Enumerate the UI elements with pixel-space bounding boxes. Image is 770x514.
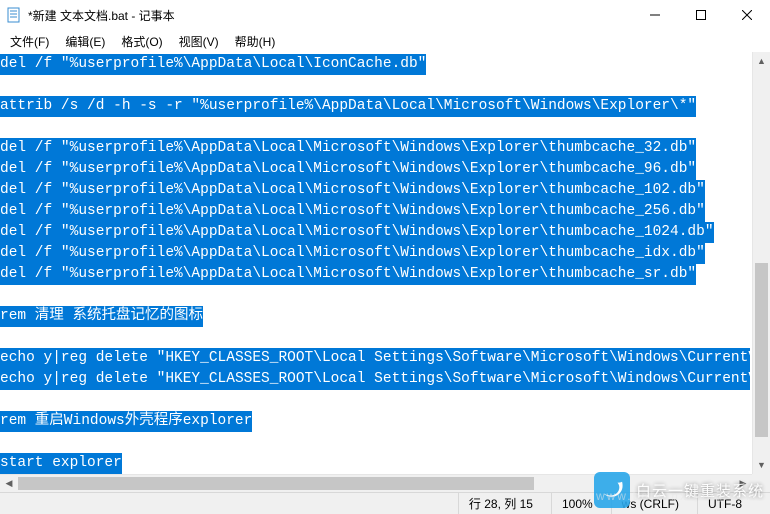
selected-text[interactable]: del /f "%userprofile%\AppData\Local\Micr… bbox=[0, 222, 714, 243]
selected-text[interactable]: del /f "%userprofile%\AppData\Local\Micr… bbox=[0, 159, 696, 180]
status-position: 行 28, 列 15 bbox=[459, 493, 552, 514]
editor-line[interactable]: rem 重启Windows外壳程序explorer bbox=[0, 411, 750, 432]
text-editor[interactable]: del /f "%userprofile%\AppData\Local\Icon… bbox=[0, 52, 750, 474]
editor-line[interactable] bbox=[0, 117, 750, 138]
selected-text[interactable]: del /f "%userprofile%\AppData\Local\Micr… bbox=[0, 264, 696, 285]
menu-format[interactable]: 格式(O) bbox=[113, 31, 170, 52]
editor-line[interactable]: rem 清理 系统托盘记忆的图标 bbox=[0, 306, 750, 327]
selected-text[interactable]: del /f "%userprofile%\AppData\Local\Micr… bbox=[0, 243, 705, 264]
selected-text[interactable]: del /f "%userprofile%\AppData\Local\Micr… bbox=[0, 201, 705, 222]
scroll-left-icon[interactable]: ◀ bbox=[0, 475, 18, 492]
scroll-up-icon[interactable]: ▲ bbox=[753, 52, 770, 70]
hscroll-track[interactable] bbox=[18, 475, 734, 492]
selected-text[interactable]: rem 重启Windows外壳程序explorer bbox=[0, 411, 252, 432]
selected-text[interactable]: del /f "%userprofile%\AppData\Local\Micr… bbox=[0, 180, 705, 201]
status-zoom: 100% bbox=[552, 493, 612, 514]
notepad-icon bbox=[6, 7, 22, 23]
selected-text[interactable]: del /f "%userprofile%\AppData\Local\Icon… bbox=[0, 54, 426, 75]
vscroll-track[interactable] bbox=[753, 70, 770, 456]
editor-line[interactable]: attrib /s /d -h -s -r "%userprofile%\App… bbox=[0, 96, 750, 117]
menu-file[interactable]: 文件(F) bbox=[2, 31, 57, 52]
editor-line[interactable] bbox=[0, 327, 750, 348]
editor-line[interactable]: del /f "%userprofile%\AppData\Local\Micr… bbox=[0, 159, 750, 180]
editor-line[interactable]: del /f "%userprofile%\AppData\Local\Micr… bbox=[0, 264, 750, 285]
editor-line[interactable]: del /f "%userprofile%\AppData\Local\Micr… bbox=[0, 201, 750, 222]
menu-help[interactable]: 帮助(H) bbox=[227, 31, 284, 52]
title-bar[interactable]: *新建 文本文档.bat - 记事本 bbox=[0, 0, 770, 30]
selected-text[interactable]: echo y|reg delete "HKEY_CLASSES_ROOT\Loc… bbox=[0, 348, 750, 369]
selected-text[interactable]: echo y|reg delete "HKEY_CLASSES_ROOT\Loc… bbox=[0, 369, 750, 390]
status-encoding: UTF-8 bbox=[698, 493, 770, 514]
editor-line[interactable]: del /f "%userprofile%\AppData\Local\Micr… bbox=[0, 138, 750, 159]
editor-line[interactable]: echo y|reg delete "HKEY_CLASSES_ROOT\Loc… bbox=[0, 369, 750, 390]
editor-area: del /f "%userprofile%\AppData\Local\Icon… bbox=[0, 52, 770, 492]
selected-text[interactable]: attrib /s /d -h -s -r "%userprofile%\App… bbox=[0, 96, 696, 117]
statusbar-spacer bbox=[0, 493, 459, 514]
editor-line[interactable] bbox=[0, 390, 750, 411]
menu-bar: 文件(F) 编辑(E) 格式(O) 视图(V) 帮助(H) bbox=[0, 30, 770, 52]
editor-line[interactable] bbox=[0, 285, 750, 306]
horizontal-scrollbar[interactable]: ◀ ▶ bbox=[0, 474, 752, 492]
editor-line[interactable]: del /f "%userprofile%\AppData\Local\Micr… bbox=[0, 222, 750, 243]
vscroll-thumb[interactable] bbox=[755, 263, 768, 437]
notepad-window: *新建 文本文档.bat - 记事本 文件(F) 编辑(E) 格式(O) 视图(… bbox=[0, 0, 770, 514]
menu-edit[interactable]: 编辑(E) bbox=[57, 31, 113, 52]
editor-line[interactable]: echo y|reg delete "HKEY_CLASSES_ROOT\Loc… bbox=[0, 348, 750, 369]
editor-line[interactable]: del /f "%userprofile%\AppData\Local\Micr… bbox=[0, 243, 750, 264]
window-title: *新建 文本文档.bat - 记事本 bbox=[28, 7, 175, 24]
hscroll-thumb[interactable] bbox=[18, 477, 534, 490]
selected-text[interactable]: rem 清理 系统托盘记忆的图标 bbox=[0, 306, 203, 327]
maximize-button[interactable] bbox=[678, 0, 724, 30]
scrollbar-corner bbox=[752, 474, 770, 492]
editor-line[interactable]: del /f "%userprofile%\AppData\Local\Micr… bbox=[0, 180, 750, 201]
minimize-button[interactable] bbox=[632, 0, 678, 30]
editor-line[interactable] bbox=[0, 75, 750, 96]
selected-text[interactable]: del /f "%userprofile%\AppData\Local\Micr… bbox=[0, 138, 696, 159]
status-eol: ws (CRLF) bbox=[612, 493, 698, 514]
menu-view[interactable]: 视图(V) bbox=[171, 31, 227, 52]
vertical-scrollbar[interactable]: ▲ ▼ bbox=[752, 52, 770, 474]
scroll-right-icon[interactable]: ▶ bbox=[734, 475, 752, 492]
status-bar: 行 28, 列 15 100% ws (CRLF) UTF-8 bbox=[0, 492, 770, 514]
selected-text[interactable]: start explorer bbox=[0, 453, 122, 474]
editor-line[interactable]: del /f "%userprofile%\AppData\Local\Icon… bbox=[0, 54, 750, 75]
editor-line[interactable] bbox=[0, 432, 750, 453]
scroll-down-icon[interactable]: ▼ bbox=[753, 456, 770, 474]
close-button[interactable] bbox=[724, 0, 770, 30]
editor-line[interactable]: start explorer bbox=[0, 453, 750, 474]
